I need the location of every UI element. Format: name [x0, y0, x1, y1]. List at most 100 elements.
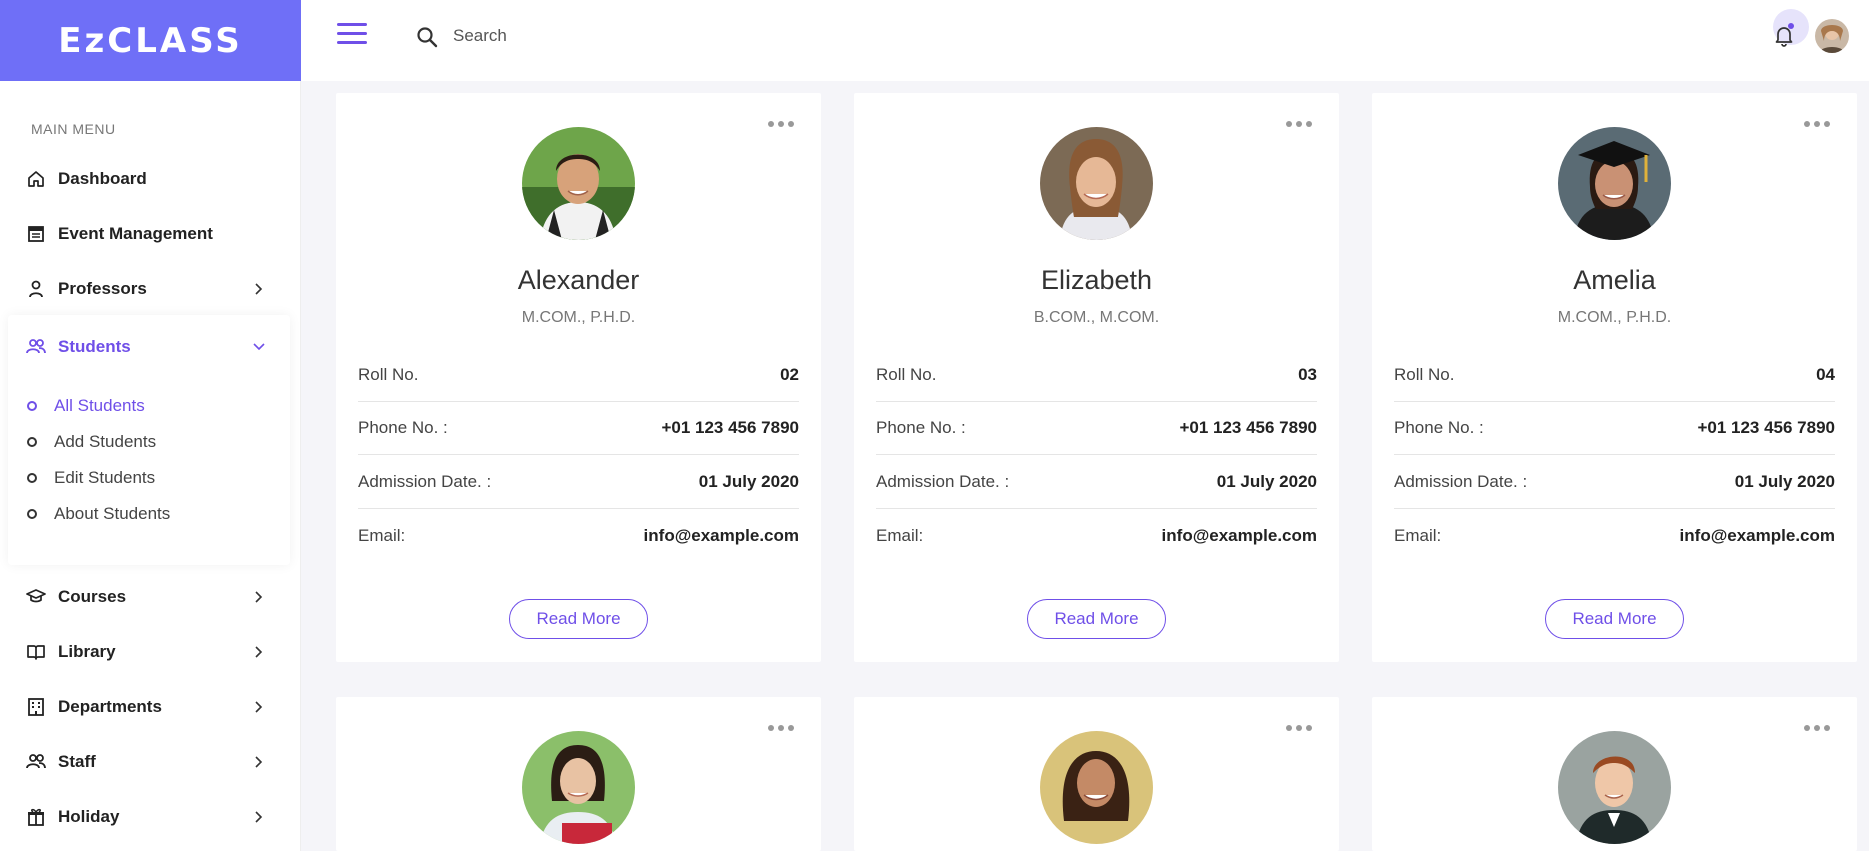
sidebar-item-library[interactable]: Library	[0, 630, 301, 674]
search-icon[interactable]	[415, 25, 439, 49]
student-photo	[1558, 731, 1671, 844]
admission-row: Admission Date. : 01 July 2020	[876, 456, 1317, 509]
submenu-item-add-students[interactable]: Add Students	[8, 424, 290, 460]
phone-row: Phone No. : +01 123 456 7890	[358, 402, 799, 455]
notification-dot	[1788, 23, 1794, 29]
students-submenu-panel: Students All Students Add Students Edit …	[8, 315, 290, 565]
roll-value: 04	[1816, 365, 1835, 384]
bullet-icon	[27, 509, 37, 519]
topbar	[301, 0, 1869, 81]
email-row: Email: info@example.com	[876, 509, 1317, 562]
more-options-icon[interactable]	[1286, 121, 1312, 127]
sidebar-item-students[interactable]: Students	[0, 325, 301, 369]
more-options-icon[interactable]	[768, 121, 794, 127]
submenu-item-all-students[interactable]: All Students	[8, 388, 290, 424]
email-label: Email:	[1394, 525, 1442, 545]
sidebar-item-event-management[interactable]: Event Management	[0, 212, 301, 256]
roll-value: 02	[780, 365, 799, 384]
chevron-right-icon	[255, 811, 263, 823]
roll-label: Roll No.	[1394, 365, 1455, 384]
search-input[interactable]	[453, 22, 853, 50]
submenu-label: About Students	[54, 504, 171, 523]
phone-row: Phone No. : +01 123 456 7890	[876, 402, 1317, 455]
phone-label: Phone No. :	[358, 418, 448, 437]
admission-value: 01 July 2020	[1734, 472, 1835, 491]
admission-label: Admission Date. :	[358, 472, 492, 491]
sidebar-item-departments[interactable]: Departments	[0, 685, 301, 729]
student-photo	[1558, 127, 1671, 240]
read-more-button[interactable]: Read More	[1027, 599, 1166, 639]
phone-label: Phone No. :	[876, 418, 966, 437]
chevron-right-icon	[255, 591, 263, 603]
book-icon	[27, 645, 45, 660]
submenu-item-about-students[interactable]: About Students	[8, 496, 290, 532]
admission-label: Admission Date. :	[876, 472, 1010, 491]
users-icon	[26, 339, 46, 354]
student-photo	[1040, 731, 1153, 844]
student-card: Amelia M.COM., P.H.D. Roll No. 04 Phone N…	[1372, 93, 1857, 662]
calendar-icon	[28, 226, 44, 242]
chevron-right-icon	[255, 756, 263, 768]
phone-value: +01 123 456 7890	[1697, 418, 1835, 437]
student-degree: M.COM., P.H.D.	[1557, 309, 1672, 326]
student-name: Elizabeth	[1040, 265, 1153, 295]
user-avatar[interactable]	[1815, 19, 1849, 53]
roll-label: Roll No.	[876, 365, 937, 384]
sidebar-item-label: Professors	[58, 279, 147, 298]
sidebar: MAIN MENU Dashboard Event Management Pro…	[0, 81, 301, 851]
student-photo	[522, 127, 635, 240]
submenu-label: All Students	[54, 396, 145, 415]
notifications-button[interactable]	[1768, 9, 1809, 53]
phone-label: Phone No. :	[1394, 418, 1484, 437]
sidebar-item-holiday[interactable]: Holiday	[0, 795, 301, 839]
read-more-button[interactable]: Read More	[1545, 599, 1684, 639]
more-options-icon[interactable]	[1804, 725, 1830, 731]
home-icon	[28, 171, 44, 187]
more-options-icon[interactable]	[768, 725, 794, 731]
sidebar-item-professors[interactable]: Professors	[0, 267, 301, 311]
user-icon	[29, 280, 43, 298]
email-label: Email:	[358, 525, 406, 545]
users-icon	[26, 754, 46, 769]
sidebar-item-courses[interactable]: Courses	[0, 575, 301, 619]
student-photo	[522, 731, 635, 844]
student-card	[336, 697, 821, 851]
roll-label: Roll No.	[358, 365, 419, 384]
submenu-item-edit-students[interactable]: Edit Students	[8, 460, 290, 496]
gift-icon	[28, 808, 44, 826]
email-value: info@example.com	[1679, 525, 1835, 545]
sidebar-item-label: Library	[58, 642, 116, 661]
sidebar-item-staff[interactable]: Staff	[0, 740, 301, 784]
app-logo[interactable]: EzCLASS	[0, 0, 301, 81]
student-degree: B.COM., M.COM.	[1033, 309, 1160, 326]
student-name: Alexander	[517, 265, 640, 295]
sidebar-item-label: Dashboard	[58, 169, 147, 188]
email-label: Email:	[876, 525, 924, 545]
student-card: Alexander M.COM., P.H.D. Roll No. 02 Phon…	[336, 93, 821, 662]
sidebar-item-label: Departments	[58, 697, 162, 716]
hamburger-icon[interactable]	[337, 23, 367, 45]
admission-label: Admission Date. :	[1394, 472, 1528, 491]
chevron-right-icon	[255, 646, 263, 658]
bullet-icon	[27, 473, 37, 483]
admission-row: Admission Date. : 01 July 2020	[358, 456, 799, 509]
email-value: info@example.com	[1161, 525, 1317, 545]
sidebar-item-dashboard[interactable]: Dashboard	[0, 157, 301, 201]
student-name: Amelia	[1573, 265, 1656, 295]
student-card	[1372, 697, 1857, 851]
bullet-icon	[27, 401, 37, 411]
student-card	[854, 697, 1339, 851]
more-options-icon[interactable]	[1804, 121, 1830, 127]
read-more-button[interactable]: Read More	[509, 599, 648, 639]
sidebar-item-label: Courses	[58, 587, 127, 606]
graduation-cap-icon	[26, 589, 46, 603]
bullet-icon	[27, 437, 37, 447]
chevron-down-icon	[253, 343, 265, 351]
student-card: Elizabeth B.COM., M.COM. Roll No. 03 Phon…	[854, 93, 1339, 662]
phone-value: +01 123 456 7890	[1179, 418, 1317, 437]
admission-value: 01 July 2020	[698, 472, 799, 491]
email-row: Email: info@example.com	[1394, 509, 1835, 562]
more-options-icon[interactable]	[1286, 725, 1312, 731]
roll-row: Roll No. 03	[876, 349, 1317, 402]
roll-row: Roll No. 04	[1394, 349, 1835, 402]
